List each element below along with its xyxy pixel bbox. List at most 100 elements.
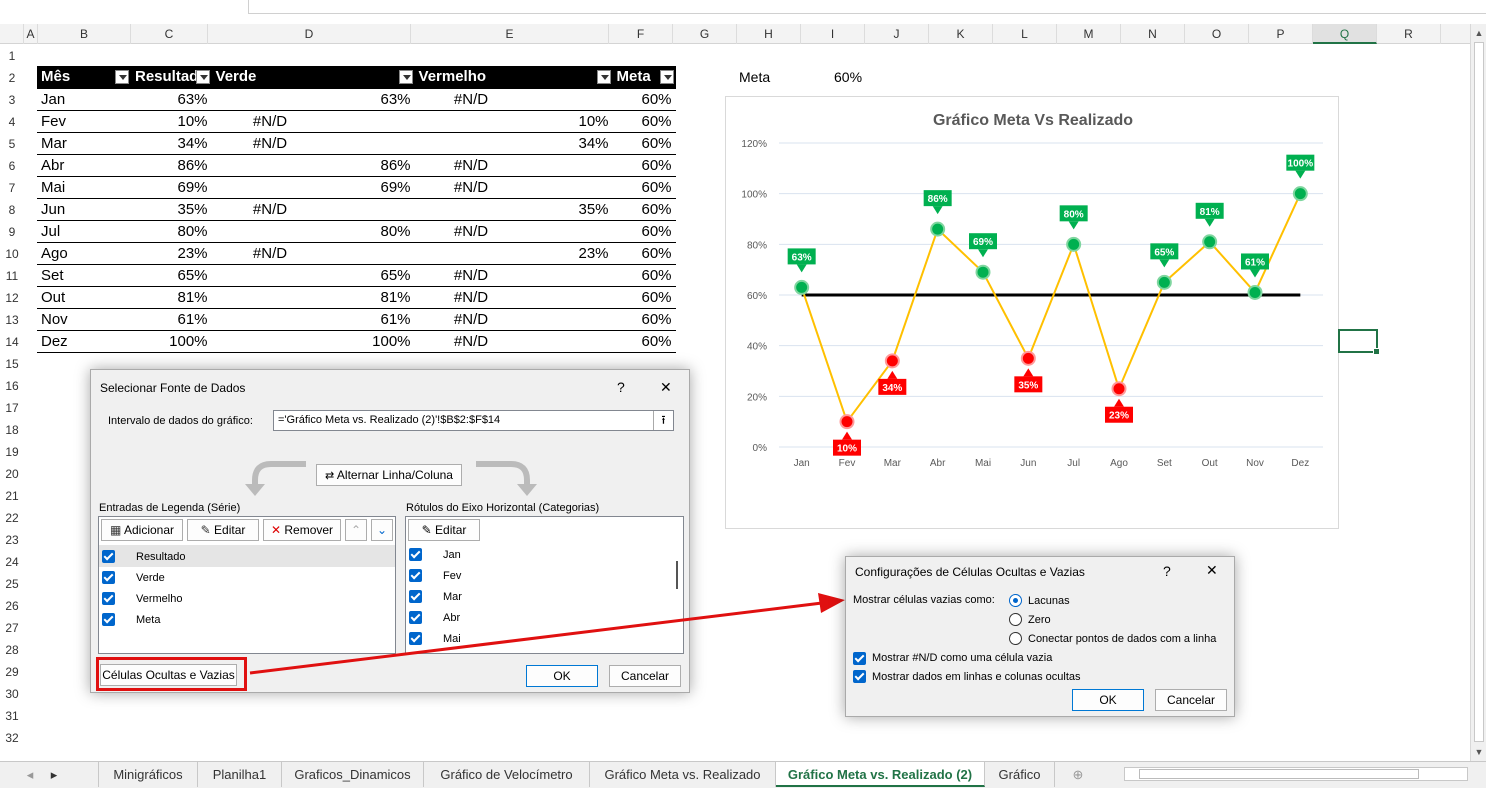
table-cell[interactable]: 60% <box>612 132 676 155</box>
row-header[interactable]: 20 <box>0 463 24 485</box>
table-cell[interactable] <box>211 176 329 199</box>
row-header[interactable]: 25 <box>0 573 24 595</box>
table-cell[interactable] <box>414 198 528 221</box>
table-cell[interactable]: 35% <box>131 198 212 221</box>
scroll-up-icon[interactable]: ▲ <box>1472 26 1486 40</box>
option-gaps[interactable]: Lacunas <box>1028 595 1070 607</box>
axis-checkbox[interactable] <box>409 590 422 603</box>
row-header[interactable]: 30 <box>0 683 24 705</box>
row-header[interactable]: 6 <box>0 155 24 177</box>
option-connect[interactable]: Conectar pontos de dados com a linha <box>1028 633 1216 645</box>
edit-axis-button[interactable]: ✎ Editar <box>408 519 480 541</box>
sheet-tab[interactable]: Gráfico de Velocímetro <box>424 762 590 787</box>
table-cell[interactable]: #N/D <box>414 286 528 309</box>
table-cell[interactable]: 10% <box>131 110 212 133</box>
help-button[interactable]: ? <box>1163 563 1171 579</box>
row-header[interactable]: 1 <box>0 45 24 67</box>
sheet-tab[interactable]: Graficos_Dinamicos <box>282 762 424 787</box>
table-cell[interactable]: 23% <box>131 242 212 265</box>
col-header[interactable]: H <box>737 24 801 44</box>
table-cell[interactable]: 60% <box>612 286 676 309</box>
col-header[interactable]: F <box>609 24 673 44</box>
table-cell[interactable]: Dez <box>37 330 131 353</box>
table-cell[interactable]: 34% <box>131 132 212 155</box>
axis-item[interactable]: Mai <box>443 633 461 645</box>
table-cell[interactable] <box>527 330 613 353</box>
selected-cell[interactable] <box>1338 329 1380 355</box>
close-icon[interactable]: ✕ <box>660 379 672 396</box>
hscroll-thumb[interactable] <box>1139 769 1419 779</box>
table-cell[interactable] <box>328 132 415 155</box>
select-all-corner[interactable] <box>0 24 24 44</box>
collapse-dialog-icon[interactable]: ⭱ <box>653 411 673 430</box>
series-item[interactable]: Vermelho <box>136 593 182 605</box>
series-item[interactable]: Meta <box>136 614 160 626</box>
row-header[interactable]: 7 <box>0 177 24 199</box>
col-header[interactable]: D <box>208 24 411 44</box>
row-header[interactable]: 24 <box>0 551 24 573</box>
table-cell[interactable] <box>527 286 613 309</box>
table-cell[interactable]: 60% <box>612 264 676 287</box>
filter-dropdown-icon[interactable] <box>596 70 611 84</box>
axis-item[interactable]: Jan <box>443 549 461 561</box>
table-cell[interactable] <box>527 220 613 243</box>
table-cell[interactable]: Fev <box>37 110 131 133</box>
table-cell[interactable]: 60% <box>612 198 676 221</box>
row-header[interactable]: 12 <box>0 287 24 309</box>
table-cell[interactable]: #N/D <box>211 198 329 221</box>
sheet-tab[interactable]: Gráfico Meta vs. Realizado <box>590 762 776 787</box>
sheet-tab[interactable]: Minigráficos <box>98 762 198 787</box>
table-cell[interactable] <box>527 88 613 111</box>
table-cell[interactable] <box>211 220 329 243</box>
table-cell[interactable] <box>328 198 415 221</box>
table-cell[interactable] <box>414 110 528 133</box>
sheet-tab[interactable]: Gráfico <box>985 762 1055 787</box>
header-vermelho[interactable]: Vermelho <box>414 66 613 89</box>
row-header[interactable]: 5 <box>0 133 24 155</box>
row-header[interactable]: 15 <box>0 353 24 375</box>
col-header[interactable]: P <box>1249 24 1313 44</box>
table-cell[interactable]: Jun <box>37 198 131 221</box>
table-cell[interactable]: #N/D <box>414 154 528 177</box>
row-header[interactable]: 28 <box>0 639 24 661</box>
table-cell[interactable]: 60% <box>612 110 676 133</box>
table-cell[interactable]: Out <box>37 286 131 309</box>
sheet-tab[interactable]: Planilha1 <box>198 762 282 787</box>
col-header[interactable]: M <box>1057 24 1121 44</box>
table-cell[interactable]: 23% <box>527 242 613 265</box>
table-cell[interactable]: 100% <box>131 330 212 353</box>
table-cell[interactable]: Jul <box>37 220 131 243</box>
horizontal-scrollbar[interactable] <box>1124 767 1468 781</box>
row-header[interactable]: 13 <box>0 309 24 331</box>
table-cell[interactable]: 63% <box>131 88 212 111</box>
row-header[interactable]: 18 <box>0 419 24 441</box>
table-cell[interactable]: 60% <box>612 176 676 199</box>
table-cell[interactable]: 60% <box>612 220 676 243</box>
table-cell[interactable]: #N/D <box>414 220 528 243</box>
col-header[interactable]: A <box>24 24 38 44</box>
table-cell[interactable] <box>211 88 329 111</box>
series-checkbox[interactable] <box>102 592 115 605</box>
axis-checkbox[interactable] <box>409 548 422 561</box>
radio-zero[interactable] <box>1009 613 1022 626</box>
table-cell[interactable] <box>328 242 415 265</box>
series-checkbox[interactable] <box>102 550 115 563</box>
ok-button[interactable]: OK <box>1072 689 1144 711</box>
table-cell[interactable] <box>527 308 613 331</box>
ok-button[interactable]: OK <box>526 665 598 687</box>
scroll-thumb[interactable] <box>1474 42 1484 742</box>
header-mes[interactable]: Mês <box>37 66 131 89</box>
axis-checkbox[interactable] <box>409 632 422 645</box>
row-header[interactable]: 11 <box>0 265 24 287</box>
switch-row-column-button[interactable]: ⇄ Alternar Linha/Coluna <box>316 464 462 486</box>
table-cell[interactable]: Ago <box>37 242 131 265</box>
table-cell[interactable]: Mai <box>37 176 131 199</box>
row-header[interactable]: 8 <box>0 199 24 221</box>
table-cell[interactable] <box>211 330 329 353</box>
table-cell[interactable]: 60% <box>612 88 676 111</box>
axis-item[interactable]: Fev <box>443 570 461 582</box>
formula-bar[interactable] <box>248 0 1486 14</box>
col-header[interactable]: J <box>865 24 929 44</box>
col-header[interactable]: I <box>801 24 865 44</box>
table-cell[interactable]: 81% <box>328 286 415 309</box>
